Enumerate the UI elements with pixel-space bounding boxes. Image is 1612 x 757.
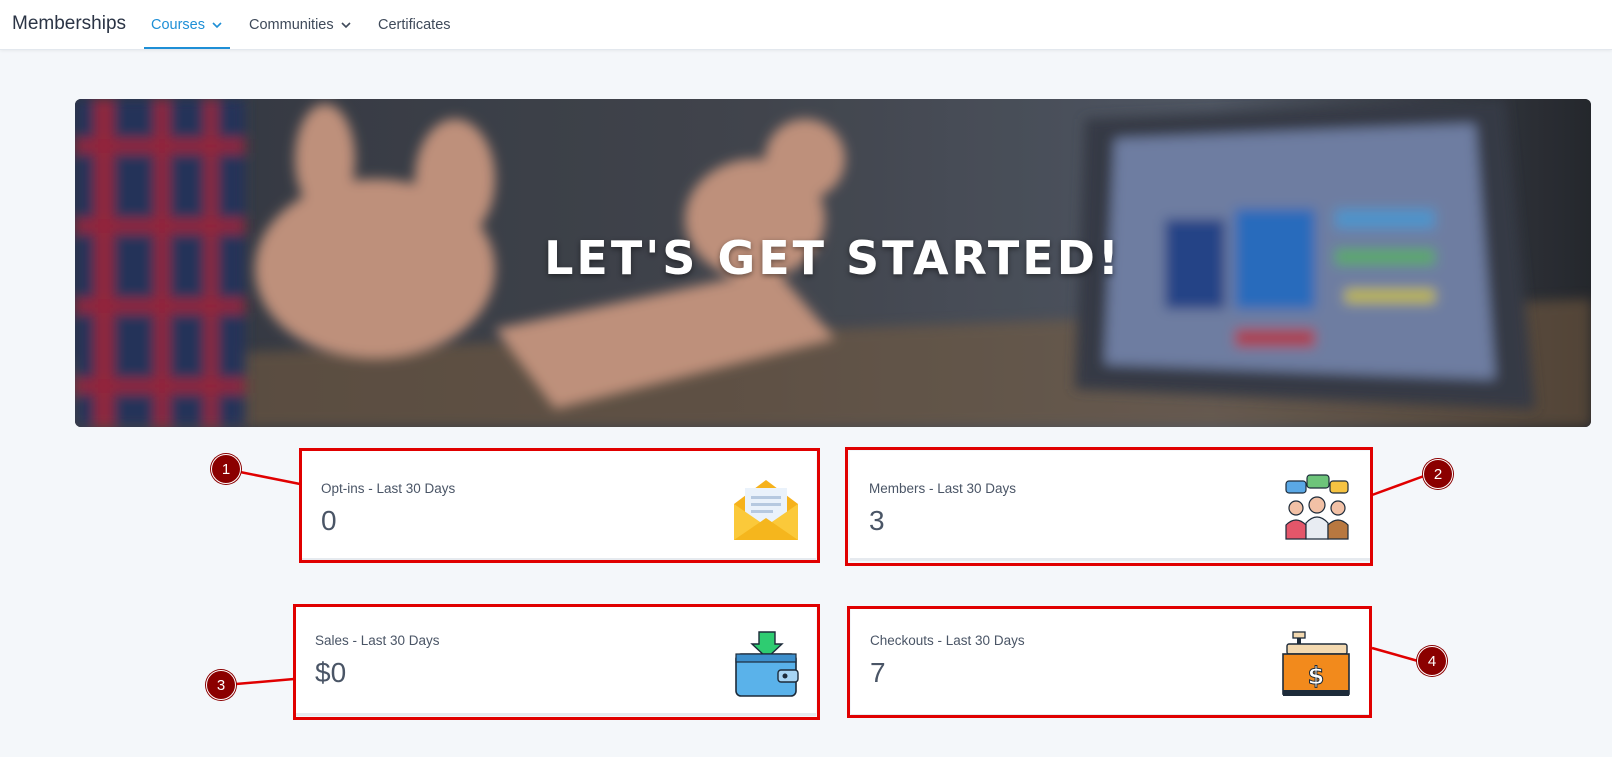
annotation-marker-1: 1	[211, 454, 241, 484]
annotation-marker-2: 2	[1423, 459, 1453, 489]
nav-communities[interactable]: Communities	[249, 0, 352, 50]
stat-card-sales[interactable]: Sales - Last 30 Days $0	[296, 606, 816, 716]
stat-label: Opt-ins - Last 30 Days	[321, 481, 456, 496]
stat-card-optins[interactable]: Opt-ins - Last 30 Days 0	[302, 451, 816, 561]
stat-card-members[interactable]: Members - Last 30 Days 3	[850, 451, 1370, 561]
stat-label: Checkouts - Last 30 Days	[870, 633, 1025, 648]
hero-title: LET'S GET STARTED!	[544, 231, 1122, 285]
nav-certificates[interactable]: Certificates	[378, 0, 451, 50]
stat-card-checkouts[interactable]: Checkouts - Last 30 Days 7 $	[851, 607, 1369, 717]
hero-banner: LET'S GET STARTED!	[75, 99, 1591, 427]
chevron-down-icon	[211, 19, 223, 31]
nav-courses-label: Courses	[151, 17, 205, 33]
stat-value: 7	[870, 657, 886, 688]
nav-communities-label: Communities	[249, 17, 334, 33]
nav-courses[interactable]: Courses	[144, 0, 230, 50]
top-navigation: Memberships Courses Communities Certific…	[0, 0, 1612, 50]
stat-label: Members - Last 30 Days	[869, 481, 1017, 496]
wallet-icon	[732, 630, 802, 700]
brand-title: Memberships	[12, 13, 127, 34]
members-icon	[1282, 473, 1352, 543]
annotation-marker-4: 4	[1417, 646, 1447, 676]
envelope-icon	[731, 474, 801, 544]
nav-certificates-label: Certificates	[378, 17, 451, 33]
stat-value: 0	[321, 505, 337, 536]
svg-text:$: $	[1308, 662, 1325, 690]
cash-register-icon: $	[1281, 630, 1351, 700]
stat-label: Sales - Last 30 Days	[315, 633, 440, 648]
chevron-down-icon	[340, 19, 352, 31]
stat-value: 3	[869, 505, 885, 536]
stat-value: $0	[315, 657, 347, 688]
annotation-marker-3: 3	[206, 670, 236, 700]
